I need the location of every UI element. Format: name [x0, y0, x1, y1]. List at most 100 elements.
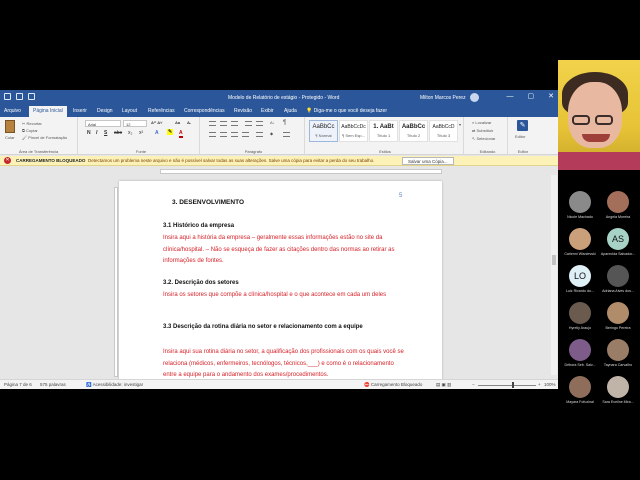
editor-icon[interactable]: ✎ — [517, 120, 528, 131]
scrollbar-thumb[interactable] — [552, 255, 556, 265]
tab-exibir[interactable]: Exibir — [261, 108, 274, 114]
minimize-button[interactable]: — — [507, 93, 514, 101]
style-heading-3[interactable]: AaBbCcD Título 3 — [429, 120, 458, 142]
tab-ajuda[interactable]: Ajuda — [284, 108, 297, 114]
participant-tile[interactable]: Débora Seb. Salv... — [561, 339, 599, 369]
participant-tile[interactable]: Mayara Fofuzinal — [561, 376, 599, 406]
zoom-slider[interactable] — [478, 385, 536, 386]
vertical-scrollbar[interactable] — [551, 175, 557, 375]
participant-avatar: LO — [569, 265, 591, 287]
speaker-glasses — [572, 112, 620, 125]
tab-layout[interactable]: Layout — [122, 108, 137, 114]
replace-button[interactable]: ⇄ Substituir — [472, 128, 493, 133]
participant-tile[interactable]: Beringo Pereira — [599, 302, 637, 332]
select-button[interactable]: ↖ Selecionar — [472, 136, 495, 141]
tab-revisao[interactable]: Revisão — [234, 108, 252, 114]
save-copy-button[interactable]: Salvar uma Cópia... — [402, 157, 454, 165]
participant-name: Luiz Ricardo do... — [566, 289, 594, 293]
tab-design[interactable]: Design — [97, 108, 113, 114]
close-button[interactable]: ✕ — [548, 93, 554, 101]
text-effects-button[interactable]: A — [155, 130, 159, 136]
align-center-icon[interactable] — [220, 132, 227, 137]
paste-icon[interactable] — [5, 120, 15, 133]
shading-icon[interactable]: ◆ — [270, 131, 273, 136]
zoom-slider-handle[interactable] — [512, 382, 514, 388]
participant-tile[interactable]: Taynara Carvalho — [599, 339, 637, 369]
strikethrough-button[interactable]: abc — [114, 130, 122, 136]
participant-name: Beringo Pereira — [605, 326, 631, 330]
borders-icon[interactable] — [283, 132, 290, 137]
tab-arquivo[interactable]: Arquivo — [4, 108, 21, 114]
zoom-in-button[interactable]: + — [538, 382, 541, 387]
view-buttons[interactable]: ▤ ▣ ▥ — [436, 382, 451, 388]
paste-button[interactable]: Colar — [5, 135, 15, 140]
zoom-out-button[interactable]: − — [472, 382, 475, 387]
font-size-select[interactable]: 12 — [123, 120, 147, 127]
user-name[interactable]: Milton Marcos Perez — [420, 95, 466, 101]
multilevel-list-icon[interactable] — [231, 121, 238, 126]
decrease-indent-icon[interactable] — [245, 121, 252, 126]
find-button[interactable]: ⌕ Localizar — [472, 120, 491, 125]
vertical-ruler[interactable] — [114, 187, 118, 377]
participant-tile[interactable]: LO Luiz Ricardo do... — [561, 265, 599, 295]
sort-icon[interactable]: A↓ — [270, 120, 275, 125]
participant-name: Nicole Machado — [567, 215, 593, 219]
zoom-level[interactable]: 100% — [544, 382, 556, 387]
participant-tile[interactable]: Adriana Alves dos... — [599, 265, 637, 295]
undo-icon[interactable] — [16, 93, 23, 100]
search-icon: ⌕ — [472, 120, 475, 125]
tab-pagina-inicial[interactable]: Página Inicial — [29, 106, 67, 117]
line-spacing-icon[interactable] — [256, 132, 263, 137]
copy-icon: ⧉ — [22, 128, 25, 133]
superscript-button[interactable]: x² — [139, 130, 143, 136]
font-name-select[interactable]: Arial — [85, 120, 121, 127]
styles-more-icon[interactable]: ▾ — [459, 122, 461, 127]
participant-tile[interactable]: Hyrelly Araujo — [561, 302, 599, 332]
participant-tile[interactable]: Nicole Machado — [561, 191, 599, 221]
style-no-spacing[interactable]: AaBbCcDc ¶ Sem Esp... — [339, 120, 368, 142]
justify-icon[interactable] — [242, 132, 249, 137]
redo-icon[interactable] — [28, 93, 35, 100]
italic-button[interactable]: I — [96, 130, 97, 136]
tab-inserir[interactable]: Inserir — [73, 108, 87, 114]
replace-label: Substituir — [476, 128, 494, 133]
font-color-button[interactable]: A — [179, 130, 183, 138]
grow-font-button[interactable]: A^ A˅ — [151, 120, 162, 125]
horizontal-ruler[interactable] — [160, 169, 442, 174]
show-marks-icon[interactable]: ¶ — [283, 120, 286, 126]
bold-button[interactable]: N — [87, 130, 91, 136]
participant-tile[interactable]: Carlenni Wisnievski — [561, 228, 599, 258]
participant-tile[interactable]: AS Aparecida Salvador... — [599, 228, 637, 258]
word-count[interactable]: 575 palavras — [40, 382, 66, 387]
increase-indent-icon[interactable] — [256, 121, 263, 126]
cut-button[interactable]: ✂ Recortar — [22, 121, 42, 126]
maximize-button[interactable]: ▢ — [528, 93, 535, 101]
accessibility-status[interactable]: ♿ Acessibilidade: investigar — [86, 382, 143, 388]
clear-format-button[interactable]: A̶ — [187, 120, 190, 125]
copy-button[interactable]: ⧉ Copiar — [22, 128, 38, 133]
tab-referencias[interactable]: Referências — [148, 108, 175, 114]
numbering-icon[interactable] — [220, 121, 227, 126]
style-heading-2[interactable]: AaBbCc Título 2 — [399, 120, 428, 142]
user-avatar[interactable] — [470, 93, 479, 102]
style-heading-1[interactable]: 1. AaBt Título 1 — [369, 120, 398, 142]
participant-tile[interactable]: Angela Moreira — [599, 191, 637, 221]
page-count[interactable]: Página 7 de 6 — [4, 382, 32, 387]
style-normal[interactable]: AaBbCc ¶ Normal — [309, 120, 338, 142]
change-case-button[interactable]: Aa — [175, 120, 180, 125]
subscript-button[interactable]: x₂ — [128, 130, 132, 136]
tab-correspondencias[interactable]: Correspondências — [184, 108, 225, 114]
document-page[interactable]: 5 3. DESENVOLVIMENTO 3.1 Histórico da em… — [119, 181, 442, 381]
align-right-icon[interactable] — [231, 132, 238, 137]
underline-button[interactable]: S — [104, 130, 107, 136]
participant-tile[interactable]: Sara Eveline Mira... — [599, 376, 637, 406]
save-icon[interactable] — [4, 93, 11, 100]
editor-button[interactable]: Editor — [515, 134, 525, 139]
style-normal-name: ¶ Normal — [315, 133, 332, 138]
speaker-video[interactable] — [558, 60, 640, 170]
format-painter-button[interactable]: 🖌 Pincel de Formatação — [22, 135, 67, 140]
tell-me-search[interactable]: 💡 Diga-me o que você deseja fazer — [306, 108, 387, 114]
bullets-icon[interactable] — [209, 121, 216, 126]
align-left-icon[interactable] — [209, 132, 216, 137]
highlight-button[interactable]: ✎ — [167, 129, 174, 135]
